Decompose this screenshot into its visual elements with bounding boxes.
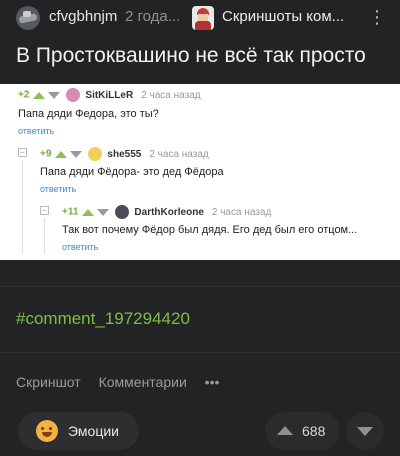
rating-widget: 688	[265, 412, 340, 450]
divider	[0, 286, 400, 287]
emotions-button[interactable]: Эмоции	[18, 412, 139, 450]
comment-text: Папа дяди Фёдора- это дед Фёдора	[40, 166, 224, 178]
comment-score: +11	[62, 206, 79, 218]
comment-username: SitKiLLeR	[85, 89, 134, 101]
upvote-icon	[55, 150, 68, 158]
comment-time: 2 часа назад	[211, 206, 272, 218]
comment-screenshot: +2 SitKiLLeR 2 часа назад Папа дяди Федора…	[0, 84, 400, 260]
user-avatar	[66, 88, 81, 102]
post-title[interactable]: В Простоквашино не всё так просто	[16, 44, 386, 68]
post-header: cfvgbhnjm 2 года... Скриншоты ком... ⋮	[0, 0, 400, 38]
comment-reply-link: ответить	[62, 242, 99, 252]
downvote-button[interactable]	[346, 412, 384, 450]
tag-link[interactable]: #comment_197294420	[16, 309, 190, 329]
comment-reply-link: ответить	[40, 184, 77, 194]
upvote-icon	[33, 91, 46, 99]
comment-time: 2 часа назад	[149, 148, 209, 160]
downvote-icon	[70, 150, 83, 158]
rating-count: 688	[302, 423, 326, 439]
emotions-label: Эмоции	[68, 423, 119, 439]
divider	[0, 352, 400, 353]
user-avatar	[88, 147, 103, 161]
author-avatar[interactable]	[16, 6, 40, 30]
collapse-icon: −	[18, 148, 27, 157]
comment-score: +9	[40, 148, 52, 160]
community-name[interactable]: Скриншоты ком...	[222, 8, 344, 25]
downvote-icon	[97, 208, 110, 216]
comment-username: she555	[107, 148, 142, 160]
thread-line	[22, 160, 23, 254]
comment-header: +2 SitKiLLeR 2 часа назад	[18, 88, 201, 104]
comment-username: DarthKorleone	[134, 206, 204, 218]
comment-text: Папа дяди Федора, это ты?	[18, 108, 159, 120]
comment-header: +11 DarthKorleone 2 часа назад	[62, 205, 271, 221]
comment-score: +2	[18, 89, 30, 101]
user-avatar	[115, 205, 130, 219]
more-actions-button[interactable]: •••	[205, 374, 220, 390]
upvote-icon	[82, 208, 95, 216]
author-name[interactable]: cfvgbhnjm	[49, 8, 117, 25]
comment-reply-link: ответить	[18, 126, 55, 136]
comment-time: 2 часа назад	[141, 89, 201, 101]
comment-header: +9 she555 2 часа назад	[40, 147, 209, 163]
upvote-icon[interactable]	[277, 426, 293, 435]
comment-text: Так вот почему Фёдор был дядя. Его дед б…	[62, 224, 358, 236]
thread-line	[44, 218, 45, 254]
smile-icon	[36, 420, 58, 442]
post-actions: Скриншот Комментарии •••	[16, 374, 233, 390]
post-age: 2 года...	[125, 8, 181, 25]
downvote-icon	[48, 91, 61, 99]
comments-button[interactable]: Комментарии	[99, 374, 187, 390]
screenshot-button[interactable]: Скриншот	[16, 374, 81, 390]
more-vertical-icon[interactable]: ⋮	[368, 7, 386, 27]
collapse-icon: −	[40, 206, 49, 215]
downvote-icon	[357, 427, 373, 436]
community-avatar[interactable]	[192, 6, 214, 30]
